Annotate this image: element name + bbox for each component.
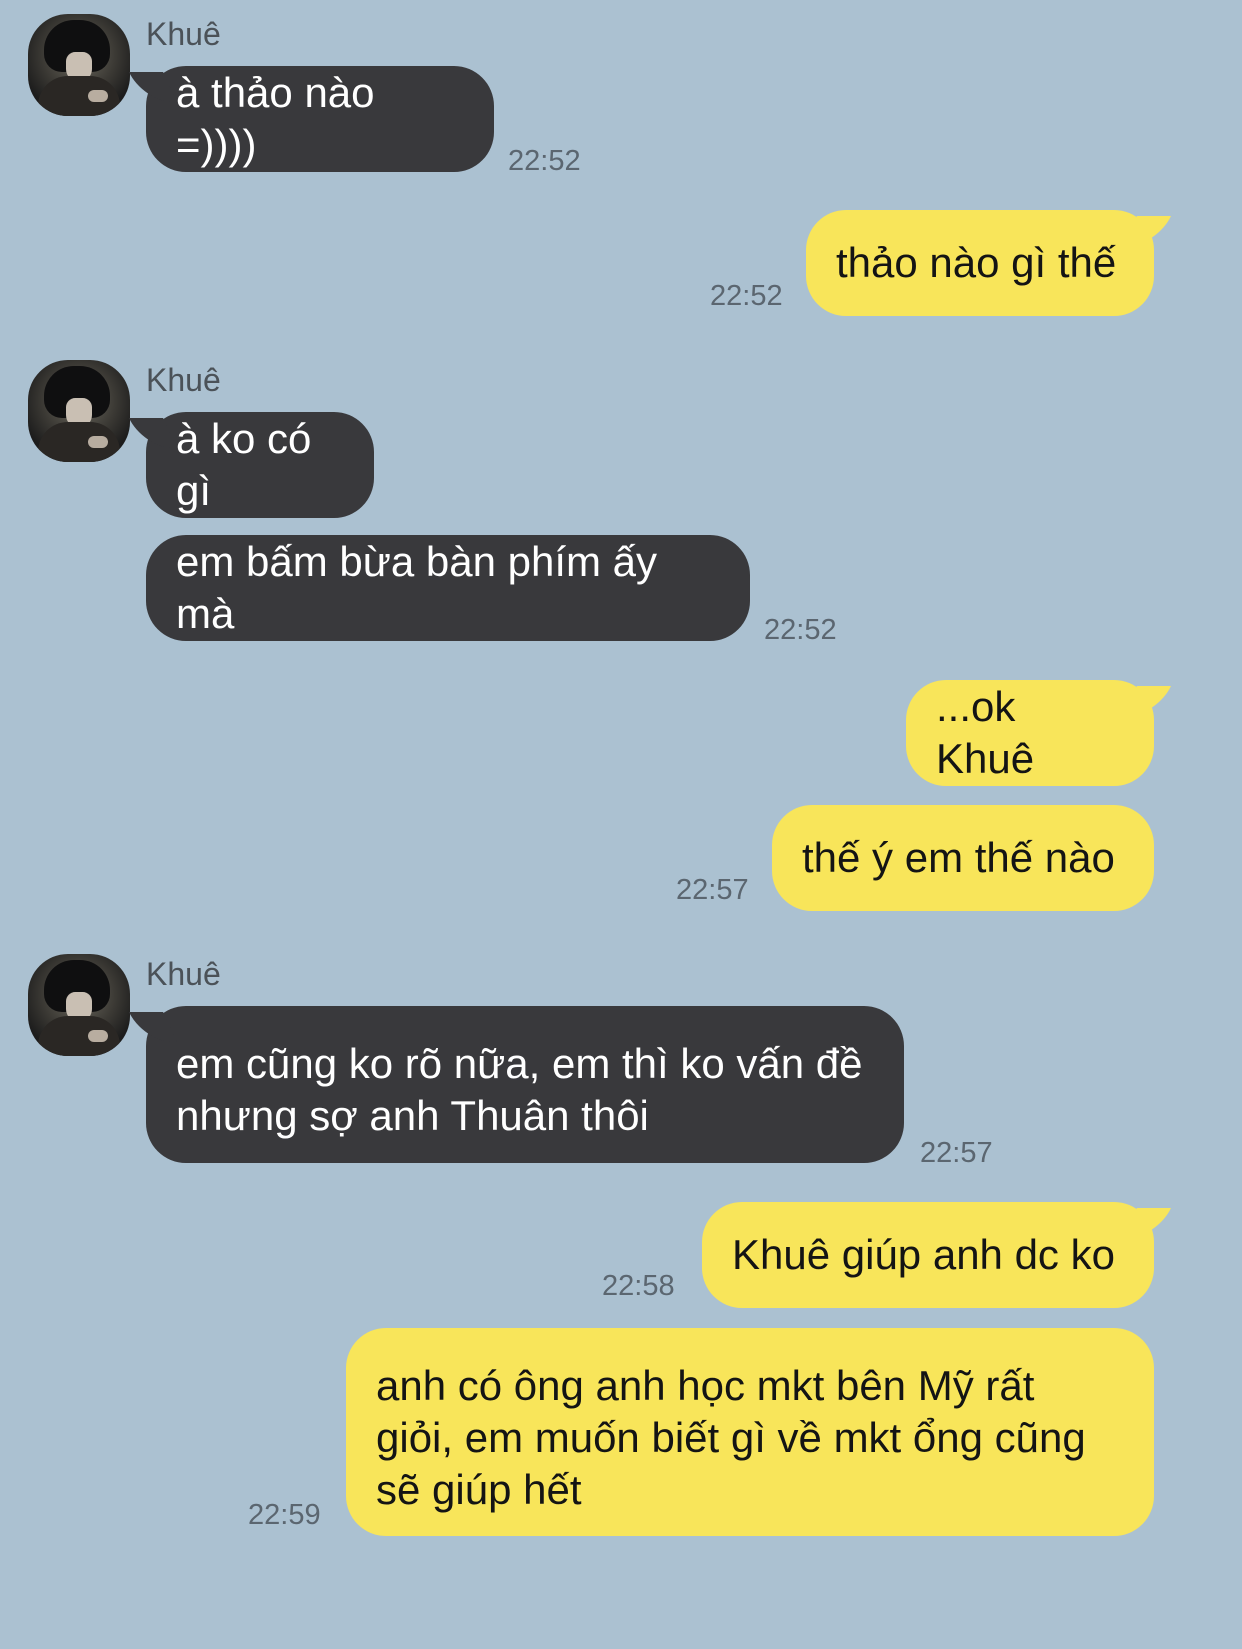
message-text: em bấm bừa bàn phím ấy mà xyxy=(176,538,658,637)
message-text-line: sẽ giúp hết xyxy=(376,1466,582,1513)
message-text: ...ok Khuê xyxy=(936,683,1035,782)
message-timestamp: 22:57 xyxy=(676,874,749,906)
message-timestamp: 22:52 xyxy=(764,614,837,646)
outgoing-message-bubble[interactable]: Khuê giúp anh dc ko xyxy=(702,1202,1154,1308)
incoming-message-bubble[interactable]: em cũng ko rõ nữa, em thì ko vấn đề nhưn… xyxy=(146,1006,904,1163)
contact-avatar[interactable] xyxy=(28,360,130,462)
message-timestamp: 22:52 xyxy=(508,145,581,177)
message-text: Khuê giúp anh dc ko xyxy=(732,1231,1115,1278)
message-text: à thảo nào =)))) xyxy=(176,69,375,168)
message-timestamp: 22:58 xyxy=(602,1270,675,1302)
avatar-hand xyxy=(88,436,108,448)
message-text-line: anh có ông anh học mkt bên Mỹ rất xyxy=(376,1362,1035,1409)
incoming-message-bubble[interactable]: à thảo nào =)))) xyxy=(146,66,494,172)
sender-name: Khuê xyxy=(146,16,221,52)
contact-avatar[interactable] xyxy=(28,954,130,1056)
message-text-line: giỏi, em muốn biết gì về mkt ổng cũng xyxy=(376,1414,1086,1461)
sender-name: Khuê xyxy=(146,956,221,992)
message-text: à ko có gì xyxy=(176,415,312,514)
message-timestamp: 22:57 xyxy=(920,1137,993,1169)
outgoing-message-bubble[interactable]: thảo nào gì thế xyxy=(806,210,1154,316)
outgoing-message-bubble[interactable]: anh có ông anh học mkt bên Mỹ rất giỏi, … xyxy=(346,1328,1154,1536)
avatar-hand xyxy=(88,90,108,102)
message-text: thảo nào gì thế xyxy=(836,239,1117,286)
contact-avatar[interactable] xyxy=(28,14,130,116)
sender-name: Khuê xyxy=(146,362,221,398)
outgoing-message-bubble[interactable]: thế ý em thế nào xyxy=(772,805,1154,911)
incoming-message-bubble[interactable]: em bấm bừa bàn phím ấy mà xyxy=(146,535,750,641)
message-text: thế ý em thế nào xyxy=(802,834,1115,881)
message-text-line: em cũng ko rõ nữa, em thì ko vấn đề xyxy=(176,1040,863,1087)
avatar-hand xyxy=(88,1030,108,1042)
outgoing-message-bubble[interactable]: ...ok Khuê xyxy=(906,680,1154,786)
message-timestamp: 22:52 xyxy=(710,280,783,312)
incoming-message-bubble[interactable]: à ko có gì xyxy=(146,412,374,518)
message-text-line: nhưng sợ anh Thuân thôi xyxy=(176,1092,649,1139)
message-timestamp: 22:59 xyxy=(248,1499,321,1531)
